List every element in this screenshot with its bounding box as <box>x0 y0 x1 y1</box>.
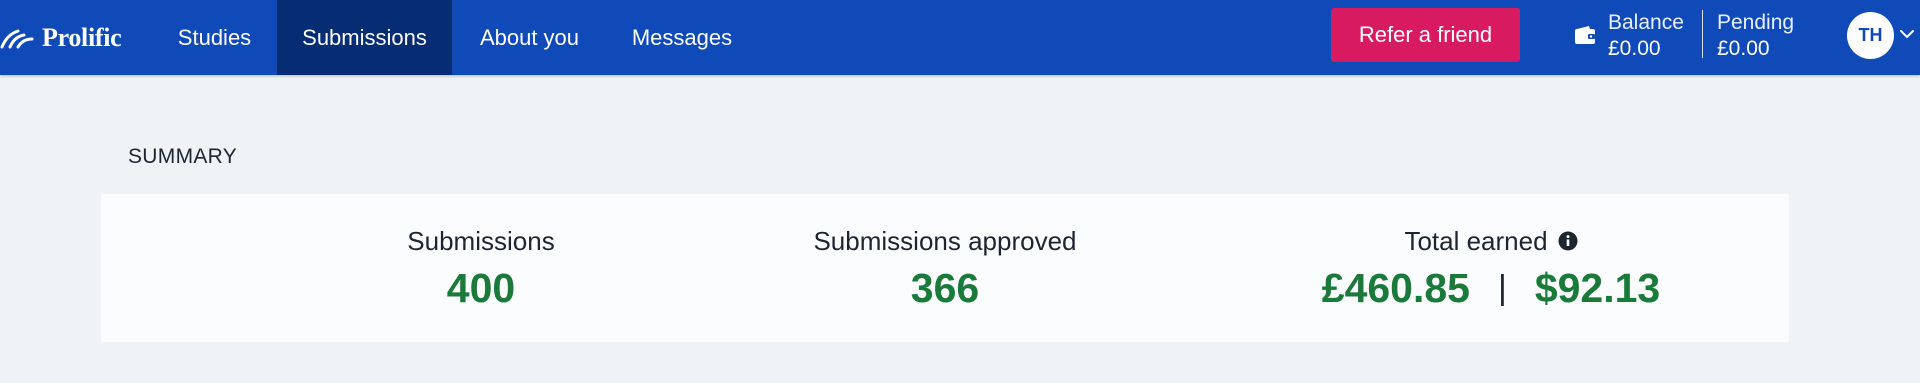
chevron-down-icon[interactable] <box>1900 30 1914 39</box>
pending-label: Pending <box>1717 11 1795 34</box>
pending-value: £0.00 <box>1717 37 1770 60</box>
stat-total-earned: Total earned £460.85 | $92.13 <box>1241 224 1741 311</box>
stat-approved: Submissions approved 366 <box>745 224 1145 311</box>
submissions-label: Submissions <box>407 225 555 256</box>
earned-gbp: £460.85 <box>1321 264 1470 311</box>
earned-label: Total earned <box>1404 225 1548 256</box>
tab-messages[interactable]: Messages <box>607 0 757 75</box>
wallet-icon <box>1575 26 1595 44</box>
brand-name: Prolific <box>42 22 122 52</box>
prolific-logo[interactable]: Prolific <box>0 0 122 75</box>
balance-value: £0.00 <box>1608 37 1661 60</box>
earned-separator: | <box>1497 268 1507 307</box>
approved-value: 366 <box>910 264 980 311</box>
submissions-value: 400 <box>446 264 516 311</box>
info-icon[interactable] <box>1558 231 1578 251</box>
stat-submissions: Submissions 400 <box>281 224 681 311</box>
balance-label: Balance <box>1608 11 1684 34</box>
refer-a-friend-button[interactable]: Refer a friend <box>1331 8 1520 62</box>
prolific-logo-icon <box>0 29 34 48</box>
balance-divider <box>1702 10 1703 58</box>
tab-about-you[interactable]: About you <box>452 0 607 75</box>
balance-display: Balance £0.00 <box>1608 10 1684 62</box>
summary-heading: SUMMARY <box>128 145 238 168</box>
earned-label-row: Total earned <box>1241 224 1741 258</box>
tab-submissions[interactable]: Submissions <box>277 0 452 75</box>
earned-values: £460.85 | $92.13 <box>1241 264 1741 311</box>
earned-usd: $92.13 <box>1534 264 1661 311</box>
top-navbar: Prolific Studies Submissions About you M… <box>0 0 1920 75</box>
summary-card: Submissions 400 Submissions approved 366… <box>101 194 1789 342</box>
approved-label: Submissions approved <box>813 225 1077 256</box>
tab-studies[interactable]: Studies <box>152 0 277 75</box>
pending-display: Pending £0.00 <box>1717 10 1794 62</box>
avatar[interactable]: TH <box>1847 12 1894 59</box>
